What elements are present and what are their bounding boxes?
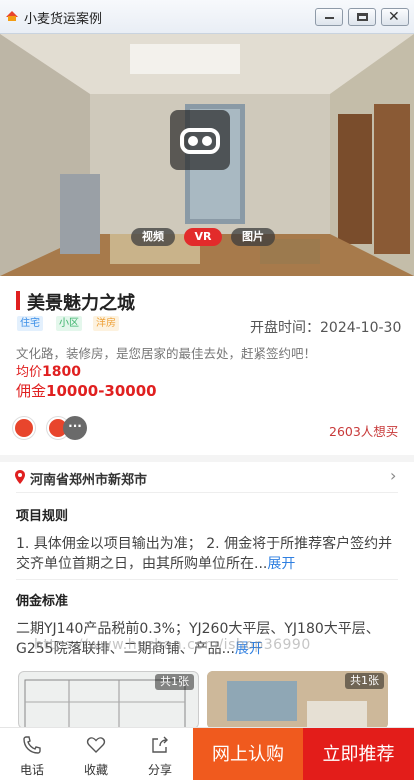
heart-icon (86, 737, 106, 753)
tag-community: 小区 (56, 316, 82, 331)
tag-residential: 住宅 (17, 316, 43, 331)
app-logo-icon (6, 11, 18, 21)
close-button[interactable]: ✕ (381, 8, 409, 26)
commission: 佣金10000-30000 (16, 380, 157, 401)
minimize-button[interactable] (315, 8, 343, 26)
share-button[interactable]: 分享 (128, 728, 192, 780)
title-accent-bar (16, 291, 20, 310)
property-title: 美景魅力之城 (27, 293, 135, 314)
commission-standard-title: 佣金标准 (16, 594, 69, 609)
phone-button[interactable]: 电话 (0, 728, 64, 780)
online-purchase-button[interactable]: 网上认购 (193, 728, 303, 780)
property-description: 文化路，装修房，是您居家的最佳去处，赶紧签约吧！ (16, 346, 317, 361)
commission-value: 10000-30000 (46, 382, 157, 400)
floorplan-photo-card[interactable]: 共1张 (18, 671, 199, 729)
vr-view-button[interactable] (170, 110, 230, 170)
photo-count-badge: 共1张 (345, 673, 384, 689)
commission-label: 佣金 (16, 382, 47, 400)
window-title: 小麦货运案例 (24, 12, 103, 27)
tab-vr[interactable]: VR (184, 228, 222, 246)
maximize-icon (357, 13, 368, 21)
section-divider (0, 455, 414, 462)
rules-text-content: 1. 具体佣金以项目输出为准； 2. 佣金将于所推荐客户签约并交齐单位首期之日，… (16, 536, 393, 572)
interior-photo-card[interactable]: 共1张 (207, 671, 388, 729)
wanted-count: 2603人想买 (329, 424, 399, 439)
price-label: 均价 (16, 365, 43, 380)
chevron-right-icon[interactable]: › (390, 466, 396, 485)
maximize-button[interactable] (348, 8, 376, 26)
rules-expand-link[interactable]: 展开 (267, 556, 295, 572)
price-value: 1800 (42, 364, 81, 380)
bottom-action-bar: 电话 收藏 分享 网上认购 立即推荐 (0, 727, 414, 780)
phone-label: 电话 (19, 763, 44, 777)
divider (16, 492, 398, 493)
tab-video[interactable]: 视频 (131, 228, 175, 246)
share-icon (152, 736, 168, 753)
rules-title: 项目规则 (16, 509, 69, 524)
avatar[interactable] (12, 416, 36, 440)
close-icon: ✕ (388, 9, 400, 25)
avatar-logo-icon (15, 419, 33, 437)
divider (16, 579, 398, 580)
watermark-text: https://www.huzhan.com/ishop36990 (34, 637, 311, 653)
phone-icon (23, 736, 41, 754)
recommend-now-button[interactable]: 立即推荐 (303, 728, 414, 780)
location-pin-icon (15, 470, 25, 484)
favorite-label: 收藏 (83, 763, 108, 777)
favorite-button[interactable]: 收藏 (64, 728, 128, 780)
photo-count-badge: 共1张 (155, 674, 194, 690)
vr-goggles-icon (180, 128, 220, 154)
minimize-icon (325, 17, 334, 19)
window-titlebar: 小麦货运案例 ✕ (0, 0, 414, 34)
rules-text: 1. 具体佣金以项目输出为准； 2. 佣金将于所推荐客户签约并交齐单位首期之日，… (16, 534, 400, 574)
tag-villa: 洋房 (93, 316, 119, 331)
more-avatars-button[interactable]: ··· (63, 416, 87, 440)
open-date: 开盘时间：2024-10-30 (250, 320, 402, 336)
share-label: 分享 (147, 763, 172, 777)
location-address[interactable]: 河南省郑州市新郑市 (30, 469, 147, 488)
tab-photos[interactable]: 图片 (231, 228, 275, 246)
average-price: 均价1800 (16, 361, 81, 380)
property-hero-image[interactable]: 视频 VR 图片 (0, 34, 414, 276)
